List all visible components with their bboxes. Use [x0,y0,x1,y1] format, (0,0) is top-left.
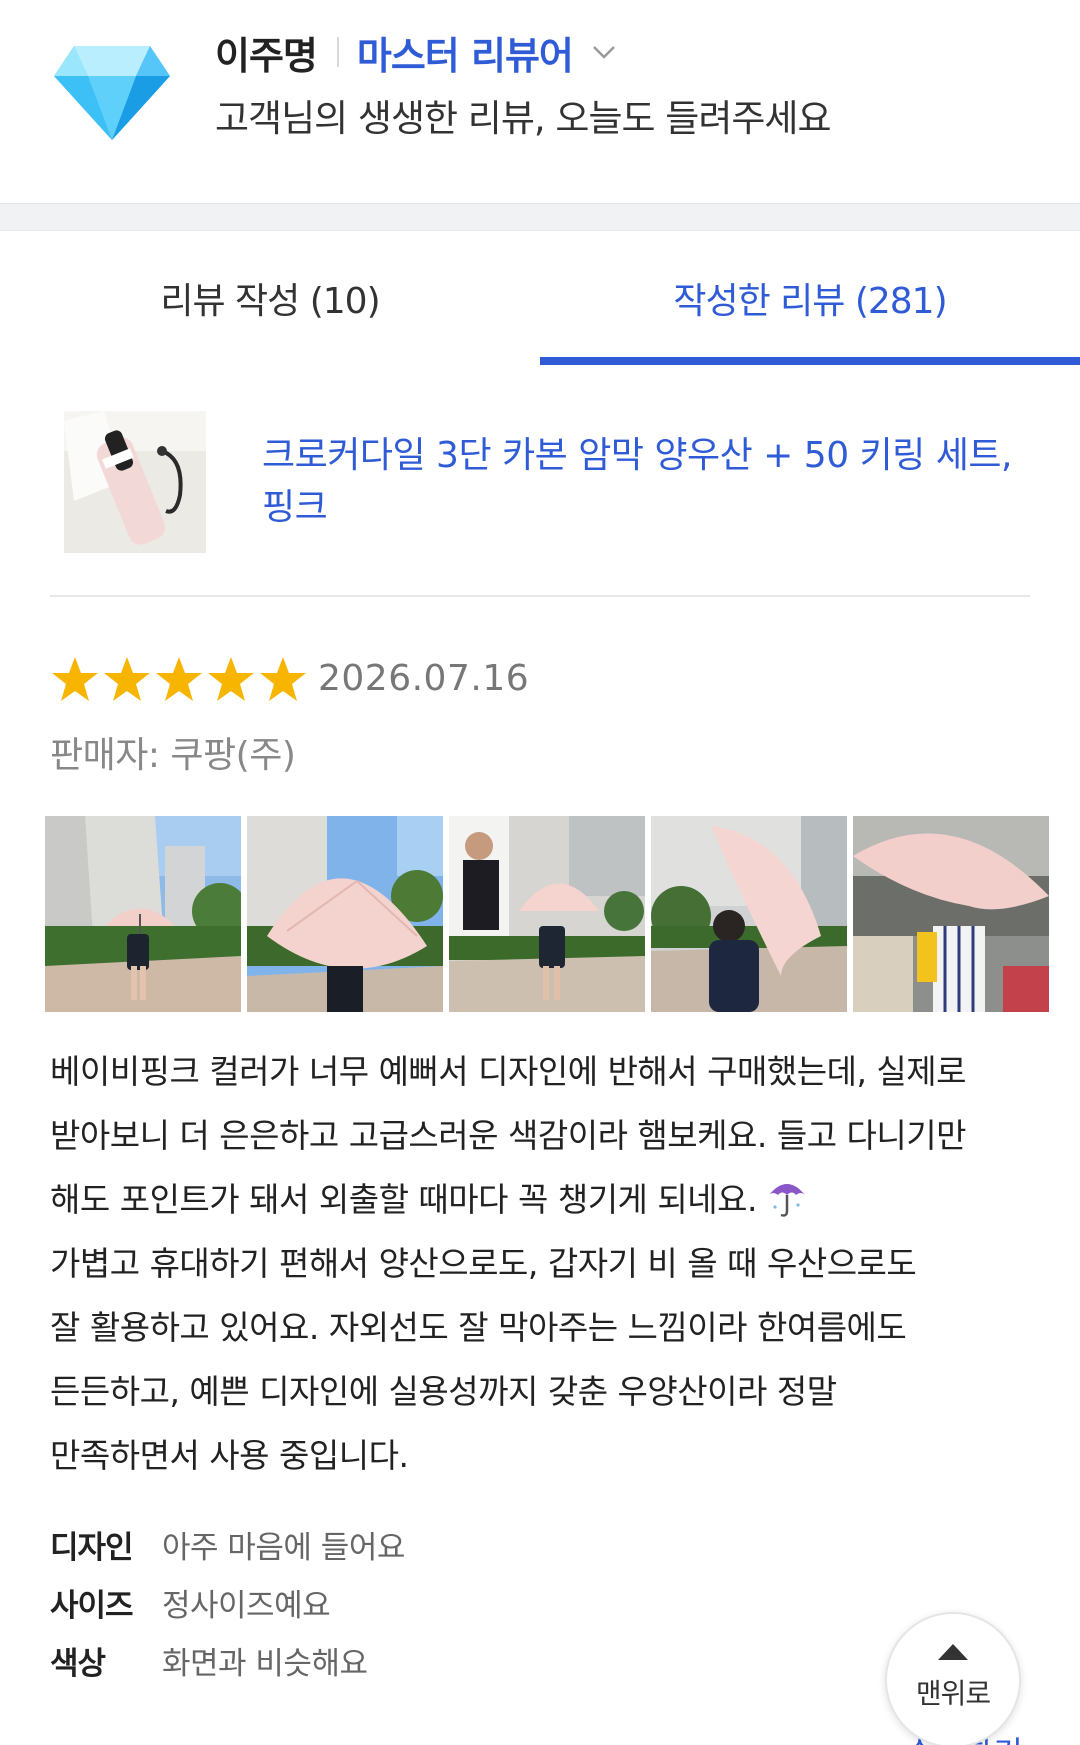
triangle-up-icon [938,1644,968,1660]
review-photos [45,816,1050,1012]
star-icon [156,657,202,701]
review-date: 2026.07.16 [318,658,530,699]
review-line-3-wrap: 해도 포인트가 돼서 외출할 때마다 꼭 챙기게 되네요. [50,1168,1040,1232]
reviewer-name: 이주명 [215,33,318,78]
product-title-line1: 크로커다일 3단 카본 암막 양우산 + 50 키링 세트, [262,435,1012,476]
reviewer-name-line: 이주명 마스터 리뷰어 [215,26,619,78]
tab-written-reviews[interactable]: 작성한 리뷰 (281) [540,231,1080,365]
review-line-1: 베이비핑크 컬러가 너무 예뻐서 디자인에 반해서 구매했는데, 실제로 [50,1052,967,1091]
section-divider [0,203,1080,231]
review-tabs: 리뷰 작성 (10) 작성한 리뷰 (281) [0,231,1080,365]
product-title-line2: 핑크 [262,487,328,528]
scroll-to-top-button[interactable]: 맨위로 [885,1612,1021,1745]
tab-write-review[interactable]: 리뷰 작성 (10) [0,231,540,365]
product-divider [50,595,1030,597]
star-icon [52,657,98,701]
star-icon [104,657,150,701]
survey-value: 아주 마음에 들어요 [162,1529,405,1566]
header-subtitle: 고객님의 생생한 리뷰, 오늘도 들려주세요 [215,97,831,140]
survey-key: 색상 [50,1645,106,1682]
review-survey: 디자인 아주 마음에 들어요 사이즈 정사이즈예요 색상 화면과 비슷해요 [50,1515,405,1689]
scroll-to-top-label: 맨위로 [915,1677,991,1710]
seller-label: 판매자: 쿠팡(주) [50,735,296,776]
umbrella-emoji-icon [768,1184,805,1217]
review-photo-1[interactable] [45,816,241,1012]
survey-value: 정사이즈예요 [162,1587,331,1624]
review-photo-2[interactable] [247,816,443,1012]
star-rating [50,655,308,703]
review-line-2: 받아보니 더 은은하고 고급스러운 색감이라 햄보케요. 들고 다니기만 [50,1116,967,1155]
review-line-7: 만족하면서 사용 중입니다. [50,1436,409,1475]
review-photo-5[interactable] [853,816,1049,1012]
review-line-5: 잘 활용하고 있어요. 자외선도 잘 막아주는 느낌이라 한여름에도 [50,1308,907,1347]
survey-row-size: 사이즈 정사이즈예요 [50,1573,405,1631]
product-title-link[interactable]: 크로커다일 3단 카본 암막 양우산 + 50 키링 세트, 핑크 [262,430,1032,534]
review-line-6: 든든하고, 예쁜 디자인에 실용성까지 갖춘 우양산이라 정말 [50,1372,837,1411]
survey-row-design: 디자인 아주 마음에 들어요 [50,1515,405,1573]
name-separator [336,37,339,67]
chevron-down-icon[interactable] [589,37,619,67]
diamond-icon [54,46,170,140]
review-line-3: 해도 포인트가 돼서 외출할 때마다 꼭 챙기게 되네요. [50,1180,757,1219]
review-line-4: 가볍고 휴대하기 편해서 양산으로도, 갑자기 비 올 때 우산으로도 [50,1244,917,1283]
reviewer-header: 이주명 마스터 리뷰어 고객님의 생생한 리뷰, 오늘도 들려주세요 [0,0,1080,203]
review-photo-3[interactable] [449,816,645,1012]
review-body: 베이비핑크 컬러가 너무 예뻐서 디자인에 반해서 구매했는데, 실제로 받아보… [50,1040,1040,1488]
active-tab-indicator [540,357,1080,365]
survey-value: 화면과 비슷해요 [162,1645,368,1682]
review-photo-4[interactable] [651,816,847,1012]
survey-key: 디자인 [50,1529,134,1566]
star-icon [208,657,254,701]
survey-key: 사이즈 [50,1587,134,1624]
reviewer-rank[interactable]: 마스터 리뷰어 [357,25,574,80]
star-icon [260,657,306,701]
review-page: 이주명 마스터 리뷰어 고객님의 생생한 리뷰, 오늘도 들려주세요 리뷰 작성… [0,0,1080,1745]
product-thumbnail[interactable] [64,411,206,553]
survey-row-color: 색상 화면과 비슷해요 [50,1631,405,1689]
